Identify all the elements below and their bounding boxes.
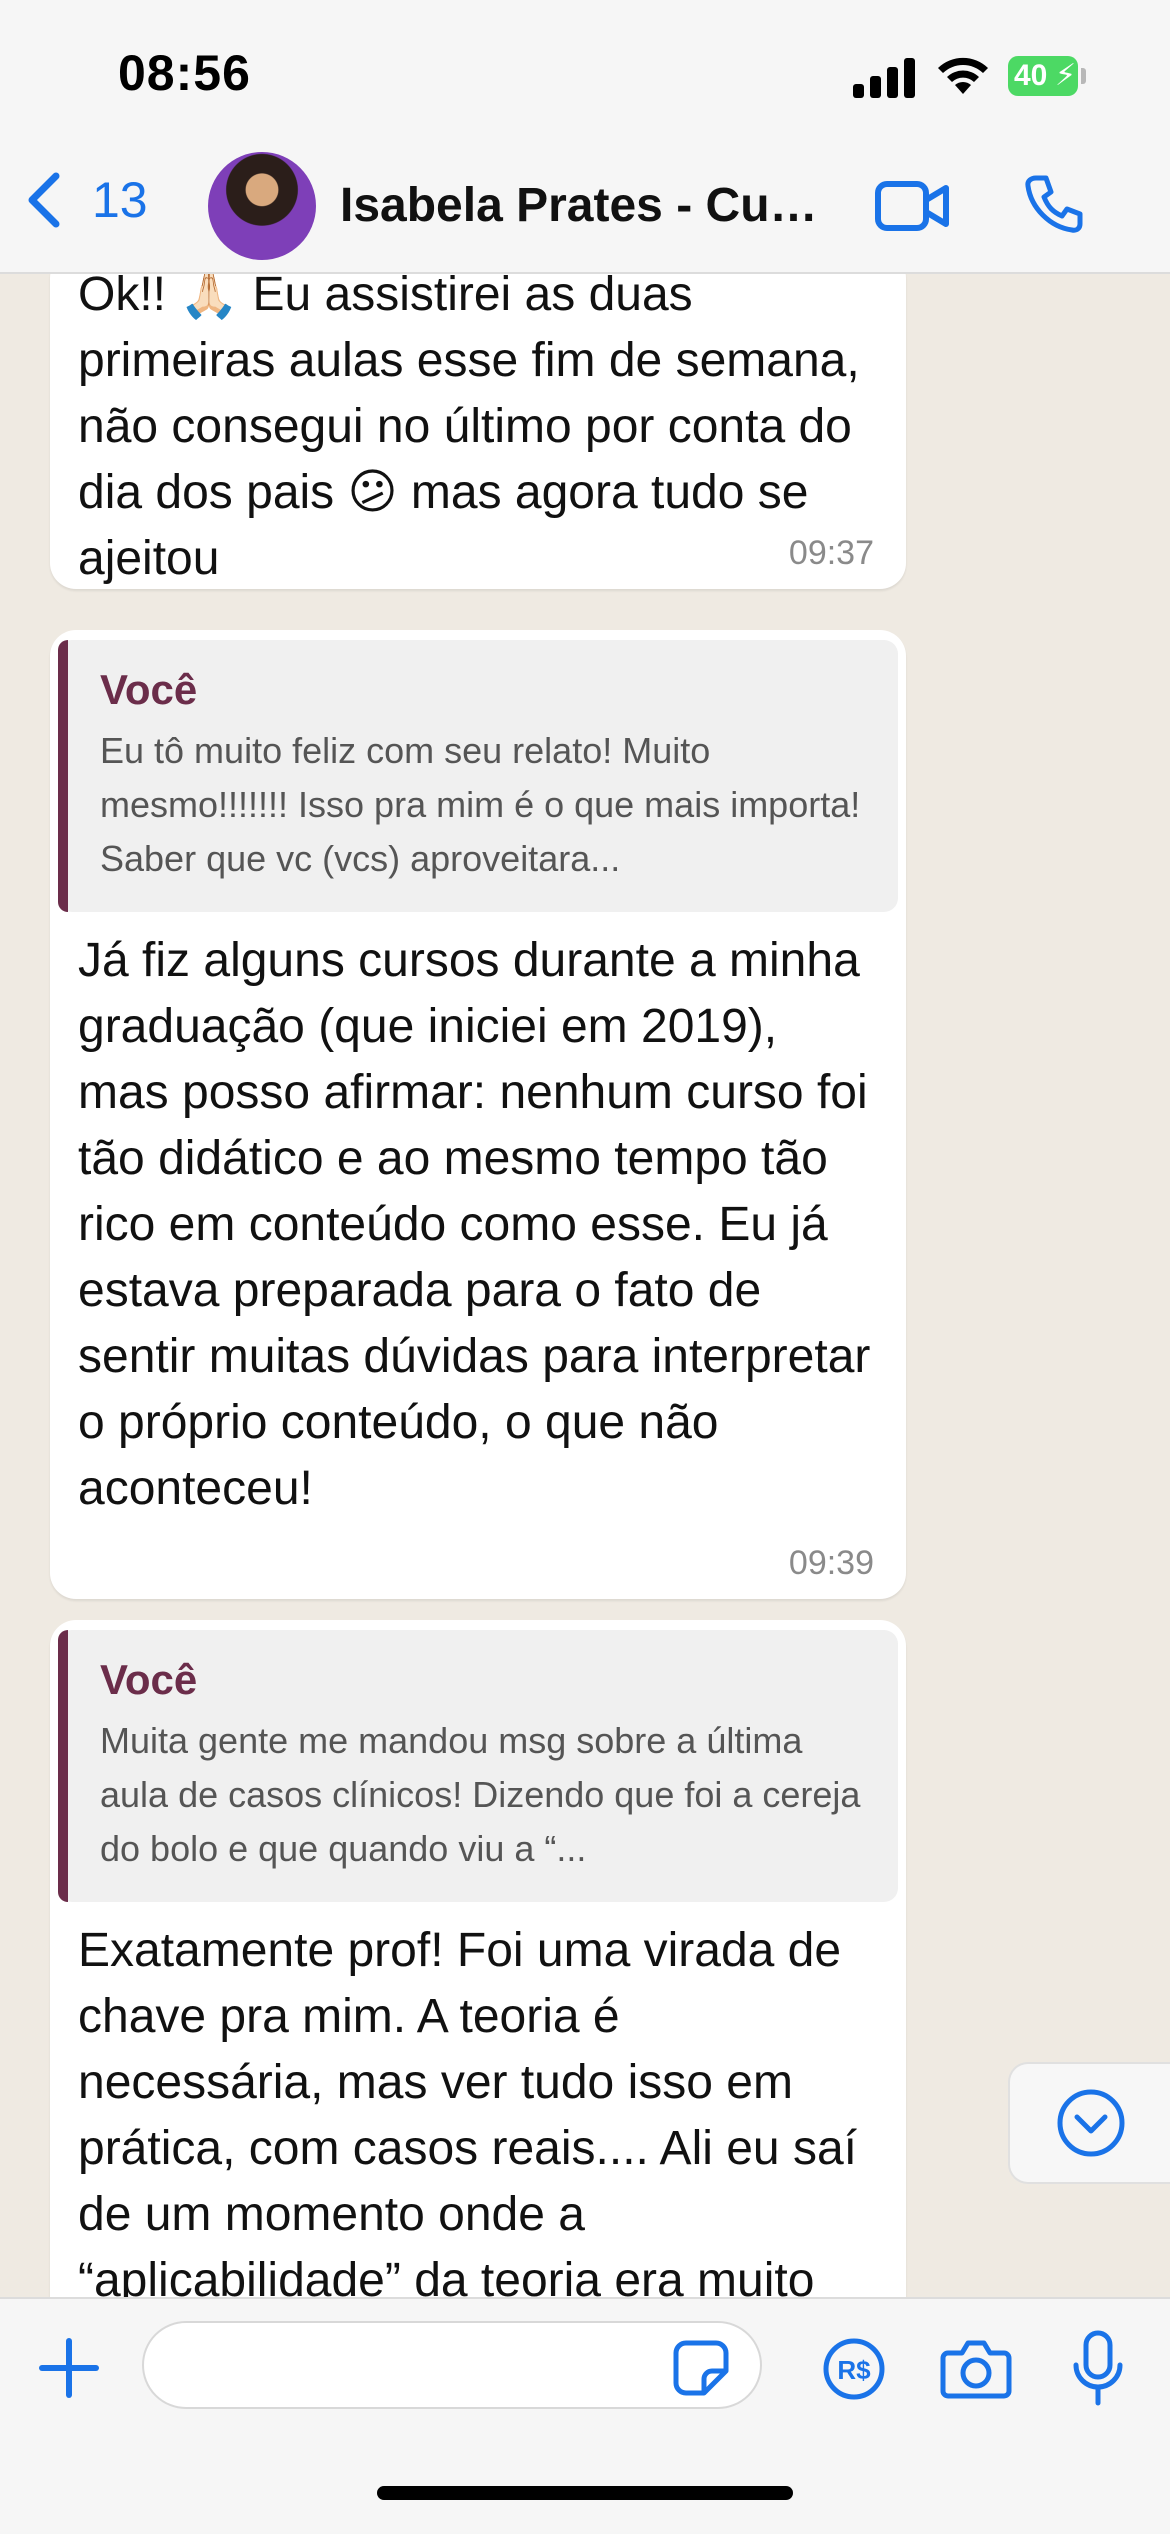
chevron-down-circle-icon	[1057, 2089, 1125, 2157]
status-time: 08:56	[118, 45, 251, 101]
message-input[interactable]	[142, 2321, 762, 2409]
message-text: Exatamente prof! Foi uma virada de chave…	[78, 1924, 857, 2297]
message-text: Ok!! 🙏🏻 Eu assistirei as duas primeiras …	[78, 272, 860, 585]
chat-area[interactable]: Ok!! 🙏🏻 Eu assistirei as duas primeiras …	[0, 272, 1170, 2297]
wifi-icon	[938, 57, 988, 94]
camera-icon[interactable]	[940, 2337, 1012, 2399]
contact-avatar[interactable]	[208, 152, 316, 260]
quoted-reply[interactable]: Você Eu tô muito feliz com seu relato! M…	[58, 640, 898, 912]
message-bubble[interactable]: Ok!! 🙏🏻 Eu assistirei as duas primeiras …	[50, 272, 906, 589]
sticker-icon[interactable]	[672, 2339, 730, 2397]
microphone-icon[interactable]	[1070, 2329, 1126, 2409]
quote-text: Eu tô muito feliz com seu relato! Muito …	[100, 730, 861, 879]
charging-bolt-icon: ⚡	[1055, 59, 1077, 92]
plus-icon[interactable]	[36, 2335, 102, 2401]
quoted-reply[interactable]: Você Muita gente me mandou msg sobre a ú…	[58, 1630, 898, 1902]
scroll-to-bottom-button[interactable]	[1008, 2062, 1170, 2184]
video-camera-icon[interactable]	[874, 178, 950, 234]
quote-author: Você	[100, 1656, 198, 1703]
message-time: 09:37	[788, 534, 874, 572]
home-indicator[interactable]	[377, 2486, 793, 2500]
unread-count: 13	[92, 172, 148, 228]
chevron-left-icon	[28, 172, 60, 228]
svg-text:R$: R$	[837, 2355, 871, 2385]
message-text: Já fiz alguns cursos durante a minha gra…	[78, 934, 871, 1515]
phone-icon[interactable]	[1022, 172, 1086, 236]
back-button[interactable]: 13	[24, 170, 148, 230]
currency-brl-icon[interactable]: R$	[822, 2337, 886, 2401]
contact-name[interactable]: Isabela Prates - Curso...	[340, 178, 835, 233]
battery-tip	[1081, 68, 1086, 84]
message-bubble[interactable]: Você Muita gente me mandou msg sobre a ú…	[50, 1620, 906, 2297]
quote-text: Muita gente me mandou msg sobre a última…	[100, 1720, 861, 1869]
quote-author: Você	[100, 666, 198, 713]
chat-header: 08:56 40 ⚡ 13 Isabela Prates - Curso...	[0, 0, 1170, 274]
cellular-signal-icon	[853, 54, 915, 98]
message-time: 09:39	[788, 1544, 874, 1582]
message-bubble[interactable]: Você Eu tô muito feliz com seu relato! M…	[50, 630, 906, 1599]
